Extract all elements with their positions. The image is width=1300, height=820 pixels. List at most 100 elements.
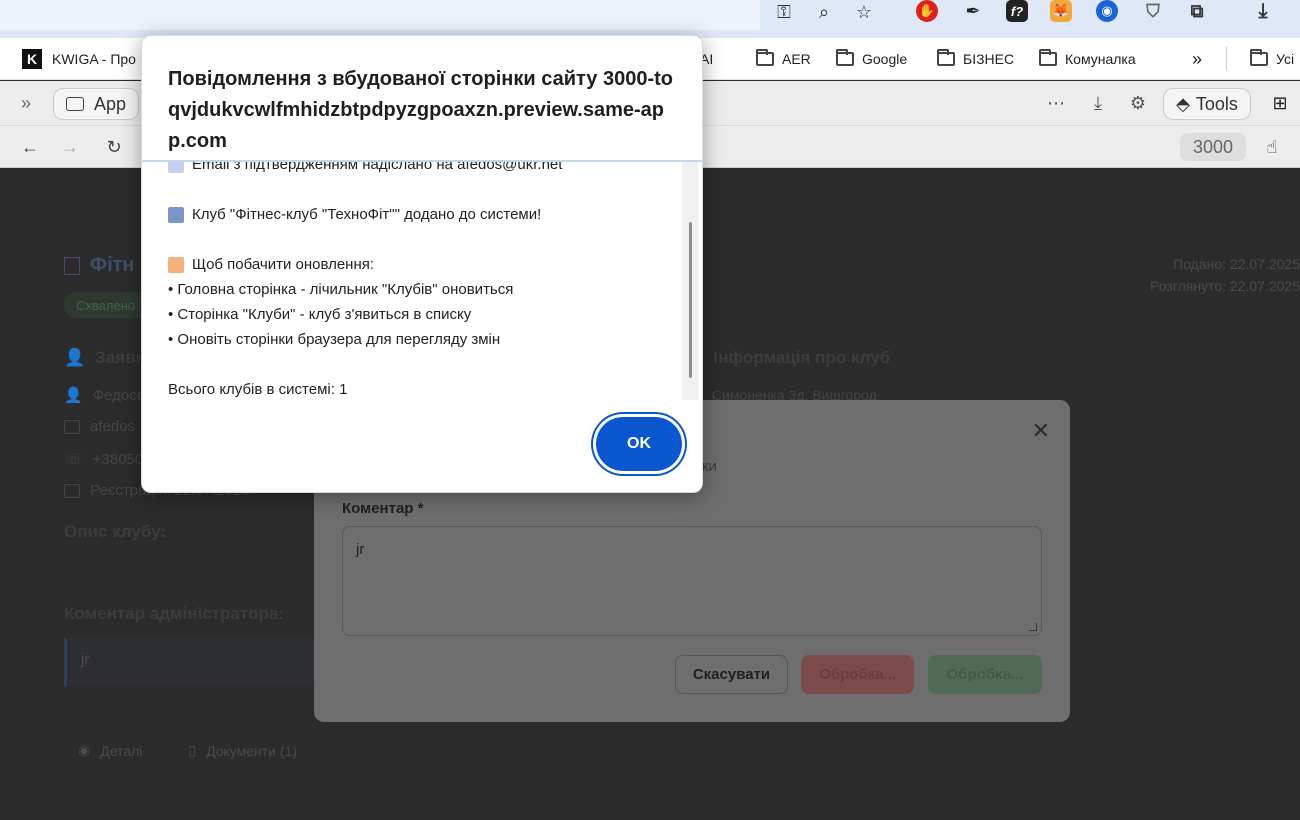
admin-comment-heading: Коментар адміністратора: — [64, 604, 284, 623]
status-badge: Схвалено — [64, 292, 150, 318]
fonts-extension-icon[interactable]: f? — [1006, 0, 1028, 22]
bookmark-folder-utilities[interactable]: Комуналка — [1039, 47, 1136, 71]
folder-icon — [937, 49, 955, 66]
browser-window-icon — [66, 97, 84, 111]
port-indicator[interactable]: 3000 — [1180, 133, 1246, 161]
applicant-phone: +38050 — [92, 450, 144, 468]
more-bookmarks-chevron-icon[interactable]: » — [1192, 47, 1202, 71]
extensions-puzzle-icon[interactable]: ⧉ — [1186, 0, 1208, 22]
alert-divider — [142, 160, 702, 162]
applicant-name-row: 👤 Федосє — [64, 386, 145, 405]
detail-tabs: ◉ Деталі ▯ Документи (1) — [78, 742, 297, 759]
tab-documents[interactable]: ▯ Документи (1) — [188, 742, 297, 759]
browser-alert-dialog: Повідомлення з вбудованої сторінки сайту… — [141, 35, 703, 493]
user-icon: 👤 — [64, 387, 83, 404]
alert-line-bullet: • Оновіть сторінки браузера для перегляд… — [168, 331, 501, 348]
alert-scroll-thumb[interactable] — [689, 222, 692, 378]
bookmark-label: БІЗНЕС — [963, 51, 1015, 67]
alert-line-bullet: • Сторінка "Клуби" - клуб з'явиться в сп… — [168, 306, 472, 323]
bookmark-folder-google[interactable]: Google — [836, 47, 907, 71]
tools-button[interactable]: ⬘ Tools — [1163, 88, 1251, 120]
alert-line-text: Клуб "Фітнес-клуб "ТехноФіт"" додано до … — [192, 206, 542, 223]
bookmark-folder-all[interactable]: Усі — [1250, 47, 1294, 71]
more-options-icon[interactable]: ⋯ — [1044, 91, 1068, 115]
bookmark-label: Google — [862, 51, 908, 67]
approve-button[interactable]: Обробка... — [928, 655, 1042, 694]
download-icon[interactable]: ⤓ — [1252, 0, 1274, 22]
email-icon — [168, 162, 184, 173]
forward-arrow-icon[interactable]: → — [58, 135, 82, 159]
document-icon: ▯ — [188, 742, 197, 758]
alert-message: Email з підтвердженням надіслано на afed… — [168, 162, 692, 400]
reviewed-date: Розглянуто: 22.07.2025 — [1150, 278, 1300, 294]
applicant-name: Федосє — [92, 386, 145, 404]
expand-sidebar-icon[interactable]: » — [14, 91, 38, 115]
alert-title: Повідомлення з вбудованої сторінки сайту… — [168, 68, 673, 152]
folder-icon — [836, 49, 854, 66]
alert-line-total: Всього клубів в системі: 1 — [168, 381, 348, 398]
layout-toggle-icon[interactable]: ⊞ — [1268, 91, 1292, 115]
address-bar-area[interactable] — [0, 0, 760, 30]
settings-gear-icon[interactable]: ⚙ — [1126, 91, 1150, 115]
pointer-hand-icon[interactable]: ☝ — [1260, 135, 1284, 159]
alert-line-updates-heading: Щоб побачити оновлення: — [168, 256, 374, 273]
folder-icon — [1039, 49, 1057, 66]
bookmark-label: AER — [782, 51, 811, 67]
applicant-phone-row: ☏ +38050 — [64, 450, 144, 469]
page-title-text: Фітн — [90, 254, 135, 276]
reload-icon[interactable]: ↻ — [102, 135, 126, 159]
comment-label: Коментар * — [342, 500, 424, 517]
app-tab-button[interactable]: App — [53, 88, 139, 120]
close-icon[interactable]: ✕ — [1032, 418, 1050, 444]
alert-line-bullet: • Головна сторінка - лічильник "Клубів" … — [168, 281, 514, 298]
folder-icon — [756, 49, 774, 66]
applicant-email-row: afedos — [64, 418, 135, 435]
bookmark-label: KWIGA - Про — [52, 51, 136, 67]
bookmark-star-icon[interactable]: ☆ — [852, 0, 876, 24]
folder-icon — [1250, 49, 1268, 66]
building-icon — [64, 256, 80, 275]
cancel-button[interactable]: Скасувати — [675, 655, 788, 694]
ok-button[interactable]: OK — [596, 417, 682, 471]
alert-scrollbar[interactable] — [682, 162, 698, 400]
kwiga-logo-icon: K — [22, 49, 42, 69]
metamask-extension-icon[interactable]: 🦊 — [1050, 0, 1072, 22]
memo-icon — [168, 256, 184, 273]
phone-icon: ☏ — [64, 451, 83, 468]
app-tab-label: App — [94, 93, 127, 114]
bookmark-folder-aer[interactable]: AER — [756, 47, 811, 71]
zoom-out-icon[interactable]: ⌕ — [812, 0, 836, 24]
circle-extension-icon[interactable]: ◉ — [1096, 0, 1118, 22]
comment-textarea[interactable]: jr — [342, 526, 1042, 636]
bookmark-label: Комуналка — [1065, 51, 1136, 67]
tab-details[interactable]: ◉ Деталі — [78, 742, 142, 759]
submitted-date: Подано: 22.07.2025 — [1173, 256, 1300, 272]
shield-extension-icon[interactable]: ⛉ — [1142, 0, 1164, 22]
download-app-icon[interactable]: ⤓ — [1086, 91, 1110, 115]
password-key-icon[interactable]: ⚿ — [772, 0, 796, 24]
tools-icon: ⬘ — [1176, 93, 1190, 114]
club-info-heading: ▯ Інформація про клуб — [694, 348, 890, 368]
color-picker-extension-icon[interactable]: ✒ — [962, 0, 984, 22]
building-icon — [168, 206, 184, 223]
bookmark-label: Усі — [1276, 51, 1295, 67]
alert-line-text: Email з підтвердженням надіслано на afed… — [192, 162, 563, 173]
bookmark-kwiga[interactable]: K KWIGA - Про — [22, 47, 136, 71]
club-info-heading-text: Інформація про клуб — [713, 348, 891, 367]
mail-icon — [64, 419, 80, 434]
user-icon: 👤 — [64, 348, 86, 367]
adblock-extension-icon[interactable]: ✋ — [916, 0, 938, 22]
alert-line-club-added: Клуб "Фітнес-клуб "ТехноФіт"" додано до … — [168, 206, 541, 223]
applicant-email: afedos — [90, 418, 136, 435]
eye-icon: ◉ — [78, 742, 91, 758]
calendar-icon — [64, 483, 80, 498]
alert-line-text: Щоб побачити оновлення: — [192, 256, 375, 273]
tab-documents-label: Документи (1) — [206, 742, 297, 759]
bookmark-folder-business[interactable]: БІЗНЕС — [937, 47, 1014, 71]
page-title: Фітн — [64, 254, 135, 277]
reject-button[interactable]: Обробка... — [801, 655, 914, 694]
resize-handle-icon[interactable] — [1029, 623, 1037, 631]
tools-label: Tools — [1195, 93, 1238, 114]
back-arrow-icon[interactable]: ← — [18, 135, 42, 159]
club-description-heading: Опис клубу: — [64, 522, 167, 541]
